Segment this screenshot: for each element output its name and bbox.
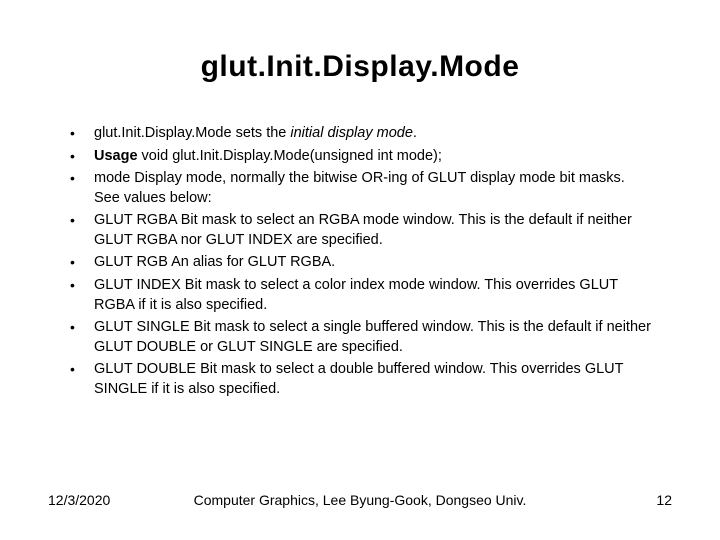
- bullet-text: GLUT RGBA Bit mask to select an RGBA mod…: [94, 212, 632, 248]
- bullet-text-em: initial display mode: [290, 125, 413, 141]
- slide: glut.Init.Display.Mode glut.Init.Display…: [0, 0, 720, 540]
- footer: 12/3/2020 Computer Graphics, Lee Byung-G…: [0, 492, 720, 508]
- list-item: mode Display mode, normally the bitwise …: [66, 169, 654, 208]
- bullet-text-rest: void glut.Init.Display.Mode(unsigned int…: [138, 148, 442, 164]
- bullet-text-strong: Usage: [94, 148, 138, 164]
- footer-date: 12/3/2020: [48, 492, 110, 508]
- list-item: GLUT INDEX Bit mask to select a color in…: [66, 276, 654, 315]
- list-item: GLUT SINGLE Bit mask to select a single …: [66, 318, 654, 357]
- bullet-list: glut.Init.Display.Mode sets the initial …: [66, 124, 654, 399]
- bullet-text: GLUT DOUBLE Bit mask to select a double …: [94, 361, 623, 397]
- bullet-text-pre: glut.Init.Display.Mode sets the: [94, 125, 290, 141]
- footer-page-number: 12: [656, 492, 672, 508]
- list-item: Usage void glut.Init.Display.Mode(unsign…: [66, 147, 654, 167]
- slide-title: glut.Init.Display.Mode: [48, 50, 672, 84]
- list-item: glut.Init.Display.Mode sets the initial …: [66, 124, 654, 144]
- bullet-text: GLUT INDEX Bit mask to select a color in…: [94, 277, 618, 313]
- bullet-text: GLUT SINGLE Bit mask to select a single …: [94, 319, 651, 355]
- list-item: GLUT DOUBLE Bit mask to select a double …: [66, 360, 654, 399]
- bullet-text: GLUT RGB An alias for GLUT RGBA.: [94, 254, 335, 270]
- bullet-text: mode Display mode, normally the bitwise …: [94, 170, 625, 206]
- list-item: GLUT RGBA Bit mask to select an RGBA mod…: [66, 211, 654, 250]
- list-item: GLUT RGB An alias for GLUT RGBA.: [66, 253, 654, 273]
- bullet-text-post: .: [413, 125, 417, 141]
- footer-center: Computer Graphics, Lee Byung-Gook, Dongs…: [194, 492, 527, 508]
